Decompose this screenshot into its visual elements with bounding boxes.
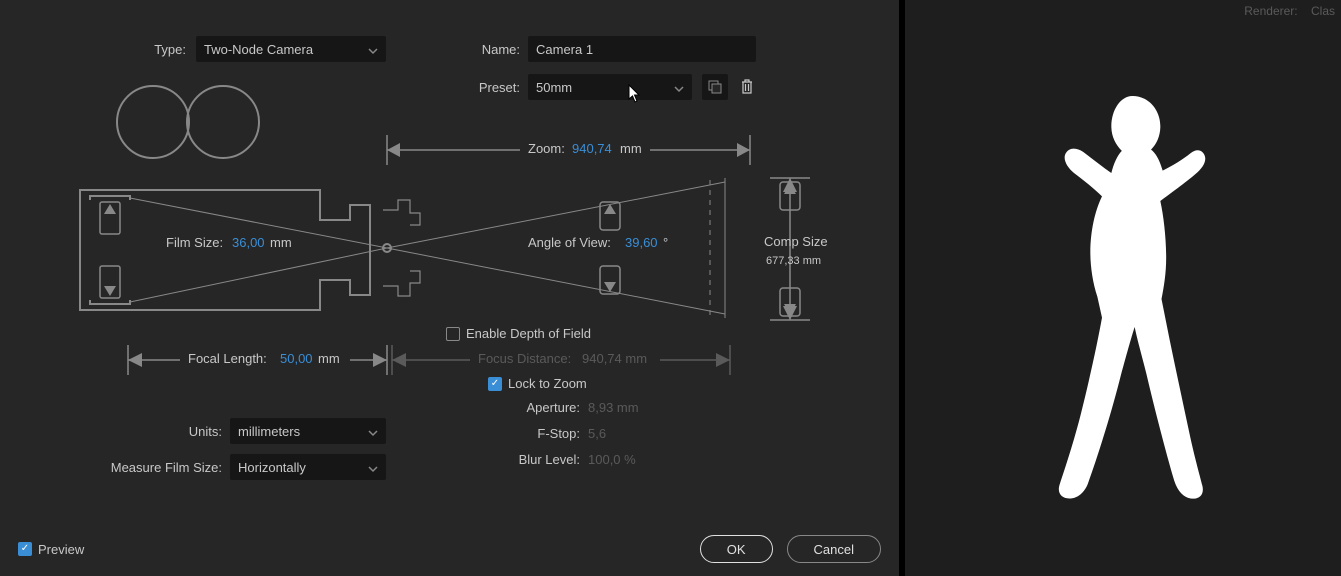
chevron-down-icon (368, 44, 378, 54)
aperture-value: 8,93 mm (588, 400, 639, 415)
type-select-value: Two-Node Camera (204, 42, 313, 57)
chevron-down-icon (368, 426, 378, 436)
fstop-value: 5,6 (588, 426, 606, 441)
svg-text:°: ° (663, 235, 668, 250)
ok-button[interactable]: OK (700, 535, 773, 563)
composition-preview-panel: Renderer: Clas (905, 0, 1341, 576)
comp-size-value: 677,33 mm (766, 255, 821, 267)
focus-distance-value: 940,74 mm (582, 351, 647, 366)
preview-checkbox[interactable]: Preview (18, 542, 84, 557)
film-size-unit: mm (270, 235, 292, 250)
film-size-label: Film Size: (166, 235, 223, 250)
blur-label: Blur Level: (420, 452, 580, 467)
svg-text:Zoom:: Zoom: (528, 141, 565, 156)
camera-settings-dialog: Type: Two-Node Camera Name: Camera 1 Pre… (0, 0, 899, 576)
enable-dof-checkbox[interactable]: Enable Depth of Field (446, 326, 591, 341)
svg-text:Film Size:: Film Size: (166, 235, 223, 250)
angle-unit: ° (663, 235, 668, 250)
name-label: Name: (420, 42, 520, 57)
focal-length-unit: mm (318, 351, 340, 366)
aperture-label: Aperture: (420, 400, 580, 415)
focus-distance-label: Focus Distance: (478, 351, 571, 366)
zoom-unit: mm (620, 141, 642, 156)
cancel-button[interactable]: Cancel (787, 535, 881, 563)
lock-to-zoom-checkbox[interactable]: Lock to Zoom (488, 376, 587, 391)
lock-to-zoom-label: Lock to Zoom (508, 376, 587, 391)
checkbox-icon (18, 542, 32, 556)
svg-text:Focal Length:: Focal Length: (188, 351, 267, 366)
measure-select-value: Horizontally (238, 460, 306, 475)
measure-film-size-select[interactable]: Horizontally (230, 454, 386, 480)
type-select[interactable]: Two-Node Camera (196, 36, 386, 62)
enable-dof-label: Enable Depth of Field (466, 326, 591, 341)
camera-diagram: Zoom: 940,74 mm Film Size: 36,00 mm Angl… (70, 80, 840, 390)
units-select[interactable]: millimeters (230, 418, 386, 444)
renderer-status: Renderer: Clas (1244, 4, 1341, 18)
comp-size-label: Comp Size (764, 234, 828, 249)
name-input-value: Camera 1 (536, 42, 593, 57)
svg-text:mm: mm (620, 141, 642, 156)
dialog-footer: Preview OK Cancel (0, 522, 899, 576)
preview-viewport[interactable] (905, 22, 1341, 576)
renderer-value: Clas (1311, 4, 1335, 18)
blur-value: 100,0 % (588, 452, 636, 467)
svg-text:mm: mm (270, 235, 292, 250)
angle-value[interactable]: 39,60 (625, 235, 658, 250)
svg-text:mm: mm (318, 351, 340, 366)
measure-film-size-label: Measure Film Size: (60, 460, 222, 475)
svg-text:Angle of View:: Angle of View: (528, 235, 611, 250)
angle-label: Angle of View: (528, 235, 611, 250)
cancel-button-label: Cancel (814, 542, 854, 557)
focal-length-label: Focal Length: (188, 351, 267, 366)
fstop-label: F-Stop: (420, 426, 580, 441)
ok-button-label: OK (727, 542, 746, 557)
focal-length-value[interactable]: 50,00 (280, 351, 313, 366)
name-input[interactable]: Camera 1 (528, 36, 756, 62)
units-label: Units: (60, 424, 222, 439)
chevron-down-icon (368, 462, 378, 472)
svg-text:Focus Distance:: Focus Distance: (478, 351, 571, 366)
checkbox-icon (446, 327, 460, 341)
checkbox-icon (488, 377, 502, 391)
units-select-value: millimeters (238, 424, 300, 439)
zoom-label: Zoom: (528, 141, 565, 156)
mouse-cursor-icon (628, 84, 642, 104)
zoom-value[interactable]: 940,74 (572, 141, 612, 156)
preview-label: Preview (38, 542, 84, 557)
type-label: Type: (0, 42, 186, 57)
renderer-label: Renderer: (1244, 4, 1297, 18)
silhouette-figure (973, 89, 1273, 509)
film-size-value[interactable]: 36,00 (232, 235, 265, 250)
